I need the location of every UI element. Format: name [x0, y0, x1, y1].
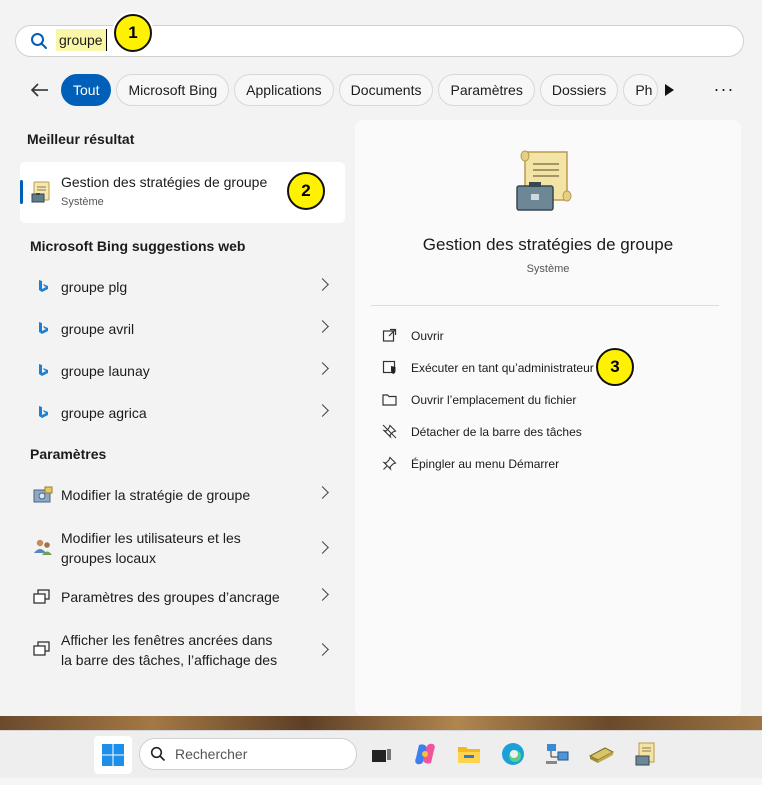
users-icon: [33, 537, 53, 562]
bing-suggestion-item[interactable]: groupe launay: [20, 351, 345, 391]
action-pin-start[interactable]: Épingler au menu Démarrer: [379, 452, 709, 476]
bing-suggestion-item[interactable]: groupe agrica: [20, 393, 345, 433]
play-icon: [665, 84, 674, 96]
preview-pane: Gestion des stratégies de groupe Système…: [355, 120, 741, 716]
settings-item-modify-group-policy[interactable]: Modifier la stratégie de groupe: [20, 475, 345, 515]
chevron-right-icon: [316, 278, 329, 291]
snap-windows-icon: [33, 641, 51, 662]
settings-item-label: Modifier les utilisateurs et les: [61, 530, 241, 546]
tab-photos[interactable]: Ph: [623, 74, 659, 106]
chevron-right-icon: [316, 541, 329, 554]
unpin-icon: [382, 424, 397, 444]
bottom-strip: [0, 778, 762, 785]
snap-windows-icon: [33, 589, 51, 610]
step-badge-1: 1: [114, 14, 152, 52]
settings-item-label: Paramètres des groupes d’ancrage: [61, 589, 280, 605]
chevron-right-icon: [316, 588, 329, 601]
chevron-right-icon: [316, 362, 329, 375]
action-label: Épingler au menu Démarrer: [411, 457, 560, 471]
taskbar-search-box[interactable]: Rechercher: [139, 738, 357, 770]
search-icon: [30, 32, 48, 55]
settings-heading: Paramètres: [30, 446, 107, 462]
action-label: Ouvrir: [411, 329, 444, 343]
action-label: Exécuter en tant qu’administrateur: [411, 361, 594, 375]
settings-item-label-line2: groupes locaux: [61, 550, 156, 566]
taskbar-search-placeholder: Rechercher: [175, 746, 248, 762]
tab-dossiers[interactable]: Dossiers: [539, 74, 619, 106]
scanner-app-icon[interactable]: [587, 740, 615, 768]
scroll-tabs-button[interactable]: [662, 82, 676, 98]
best-match-title: Gestion des stratégies de groupe: [61, 174, 268, 190]
group-policy-icon: [30, 180, 54, 209]
bing-suggestions-heading: Microsoft Bing suggestions web: [30, 238, 246, 254]
action-label: Ouvrir l’emplacement du fichier: [411, 393, 577, 407]
settings-item-snap-groups[interactable]: Paramètres des groupes d’ancrage: [20, 577, 345, 617]
bing-suggestion-label: groupe avril: [61, 321, 135, 337]
action-run-as-admin[interactable]: Exécuter en tant qu’administrateur: [379, 356, 709, 380]
tab-applications[interactable]: Applications: [234, 74, 334, 106]
filter-tabs: Tout Microsoft Bing Applications Documen…: [61, 74, 659, 106]
bing-suggestion-label: groupe plg: [61, 279, 128, 295]
file-explorer-icon[interactable]: [455, 740, 483, 768]
tab-documents[interactable]: Documents: [338, 74, 434, 106]
group-policy-app-icon[interactable]: [633, 740, 661, 768]
start-button[interactable]: [94, 736, 132, 774]
bing-icon: [37, 321, 49, 340]
tab-parametres[interactable]: Paramètres: [438, 74, 535, 106]
pin-icon: [382, 456, 397, 476]
windows-logo-icon: [102, 744, 124, 766]
edge-icon[interactable]: [499, 740, 527, 768]
settings-item-label-line2: la barre des tâches, l’affichage des: [61, 652, 278, 668]
action-label: Détacher de la barre des tâches: [411, 425, 582, 439]
action-open-file-location[interactable]: Ouvrir l’emplacement du fichier: [379, 388, 709, 412]
search-icon: [150, 746, 166, 767]
search-input[interactable]: groupe: [56, 29, 107, 51]
back-button[interactable]: [26, 76, 54, 104]
bing-icon: [37, 279, 49, 298]
chevron-right-icon: [316, 320, 329, 333]
back-arrow-icon: [30, 83, 48, 97]
bing-suggestion-label: groupe agrica: [61, 405, 147, 421]
chevron-right-icon: [316, 486, 329, 499]
action-open[interactable]: Ouvrir: [379, 324, 709, 348]
task-view-icon[interactable]: [367, 740, 395, 768]
preview-subtitle: Système: [526, 263, 570, 275]
bing-icon: [37, 363, 49, 382]
network-app-icon[interactable]: [543, 740, 571, 768]
shield-admin-icon: [382, 360, 397, 380]
policy-settings-icon: [33, 486, 53, 509]
selection-indicator: [20, 180, 23, 204]
more-options-button[interactable]: ···: [712, 80, 736, 100]
group-policy-large-icon: [513, 148, 579, 221]
settings-item-label: Afficher les fenêtres ancrées dans: [61, 632, 273, 648]
bing-icon: [37, 405, 49, 424]
divider: [371, 305, 719, 306]
step-badge-2: 2: [287, 172, 325, 210]
desktop-wallpaper: [0, 716, 762, 730]
settings-item-label: Modifier la stratégie de groupe: [61, 487, 251, 503]
bing-suggestion-label: groupe launay: [61, 363, 150, 379]
step-badge-3: 3: [596, 348, 634, 386]
chevron-right-icon: [316, 404, 329, 417]
preview-title: Gestion des stratégies de groupe: [422, 235, 674, 254]
bing-suggestion-item[interactable]: groupe avril: [20, 309, 345, 349]
bing-suggestion-item[interactable]: groupe plg: [20, 267, 345, 307]
settings-item-snapped-windows[interactable]: Afficher les fenêtres ancrées dans la ba…: [20, 629, 345, 669]
open-external-icon: [382, 328, 397, 348]
best-match-subtitle: Système: [61, 196, 104, 208]
tab-microsoft-bing[interactable]: Microsoft Bing: [116, 74, 230, 106]
chevron-right-icon: [316, 643, 329, 656]
tab-tout[interactable]: Tout: [61, 74, 112, 106]
action-unpin-taskbar[interactable]: Détacher de la barre des tâches: [379, 420, 709, 444]
copilot-icon[interactable]: [411, 740, 439, 768]
settings-item-users-groups[interactable]: Modifier les utilisateurs et les groupes…: [20, 527, 345, 567]
best-match-heading: Meilleur résultat: [27, 131, 135, 147]
folder-icon: [382, 392, 397, 412]
